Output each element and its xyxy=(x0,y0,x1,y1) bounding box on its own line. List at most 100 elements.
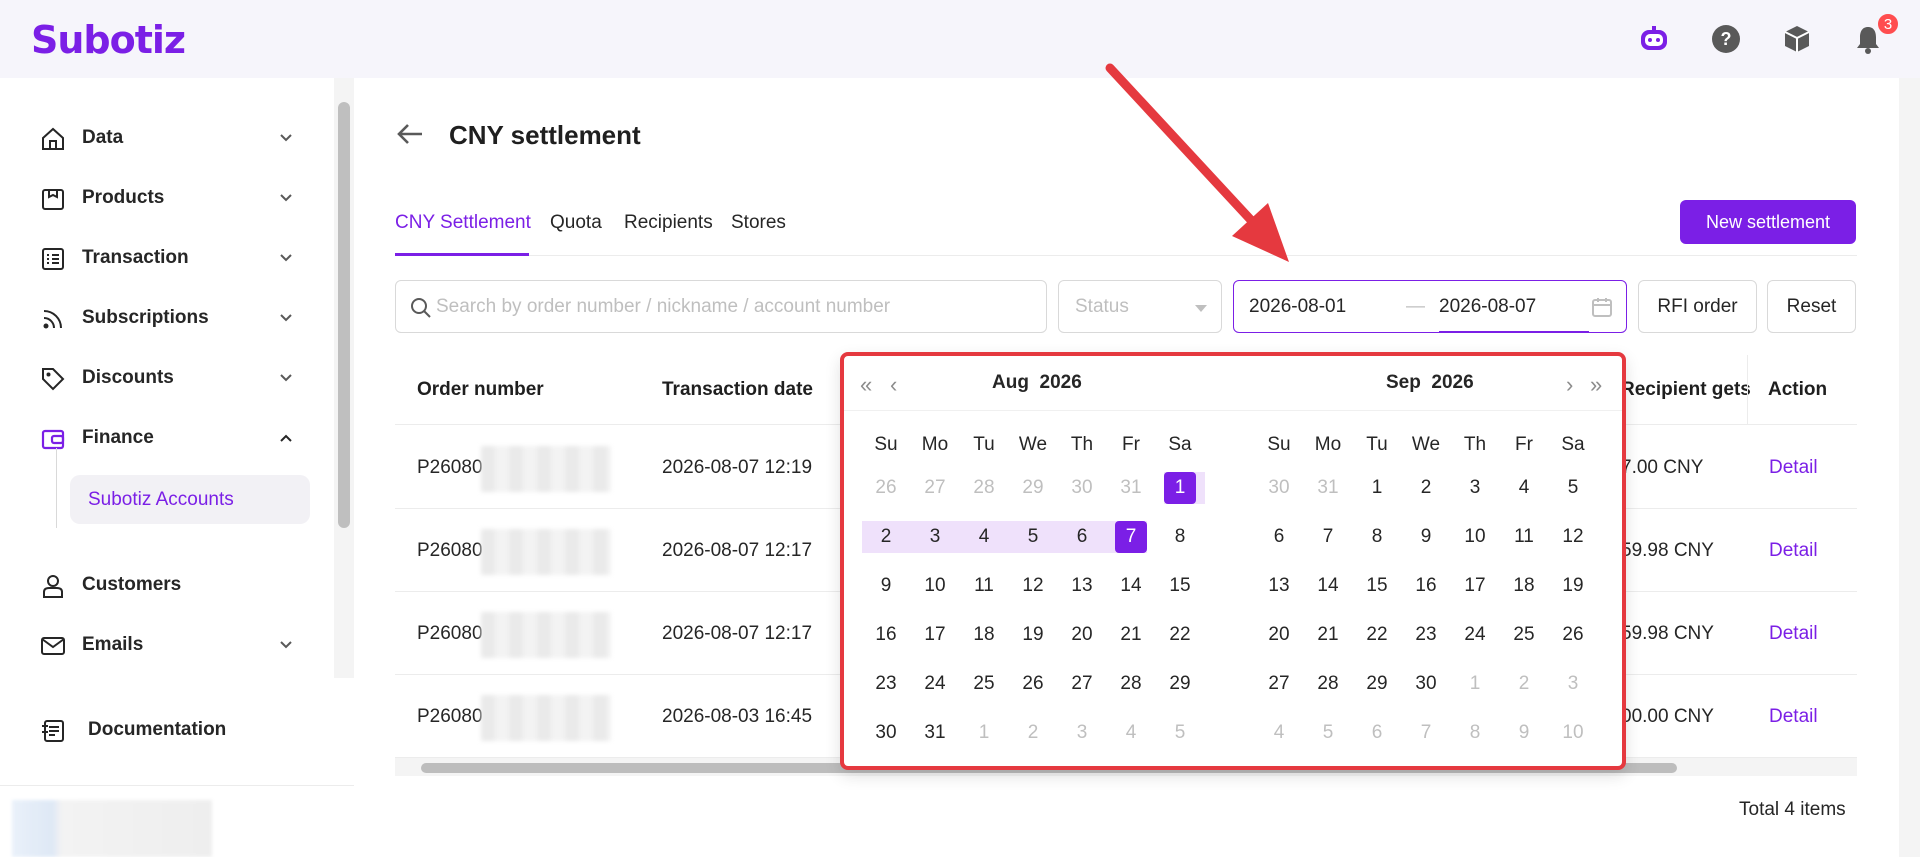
calendar-day[interactable]: 8 xyxy=(1459,717,1491,749)
calendar-day[interactable]: 11 xyxy=(968,570,1000,602)
calendar-day[interactable]: 28 xyxy=(968,472,1000,504)
tab-cny-settlement[interactable]: CNY Settlement xyxy=(395,212,531,234)
calendar-day[interactable]: 28 xyxy=(1312,668,1344,700)
calendar-day[interactable]: 29 xyxy=(1361,668,1393,700)
calendar-day[interactable]: 18 xyxy=(1508,570,1540,602)
rfi-order-button[interactable]: RFI order xyxy=(1638,280,1757,333)
left-month[interactable]: Aug xyxy=(992,372,1029,393)
calendar-day[interactable]: 7 xyxy=(1410,717,1442,749)
next-year-icon[interactable]: » xyxy=(1590,372,1602,398)
calendar-day[interactable]: 15 xyxy=(1361,570,1393,602)
sidebar-scrollbar[interactable] xyxy=(334,78,354,678)
calendar-day[interactable]: 9 xyxy=(1508,717,1540,749)
calendar-day[interactable]: 2 xyxy=(1508,668,1540,700)
calendar-day[interactable]: 24 xyxy=(919,668,951,700)
calendar-day[interactable]: 5 xyxy=(1312,717,1344,749)
help-icon[interactable]: ? xyxy=(1710,23,1742,55)
calendar-day[interactable]: 23 xyxy=(1410,619,1442,651)
calendar-day[interactable]: 3 xyxy=(1459,472,1491,504)
sidebar-scroll-thumb[interactable] xyxy=(338,102,350,528)
right-month[interactable]: Sep xyxy=(1386,372,1421,393)
calendar-day[interactable]: 29 xyxy=(1017,472,1049,504)
calendar-day[interactable]: 2 xyxy=(1017,717,1049,749)
calendar-day[interactable]: 18 xyxy=(968,619,1000,651)
back-arrow-icon[interactable] xyxy=(394,118,426,150)
calendar-day[interactable]: 6 xyxy=(1066,521,1098,553)
sidebar-item-customers[interactable]: Customers xyxy=(0,561,330,609)
calendar-day[interactable]: 4 xyxy=(1263,717,1295,749)
left-year[interactable]: 2026 xyxy=(1040,372,1082,393)
calendar-day[interactable]: 5 xyxy=(1164,717,1196,749)
calendar-day[interactable]: 16 xyxy=(1410,570,1442,602)
calendar-day[interactable]: 16 xyxy=(870,619,902,651)
calendar-day[interactable]: 17 xyxy=(919,619,951,651)
calendar-day[interactable]: 26 xyxy=(1557,619,1589,651)
detail-link[interactable]: Detail xyxy=(1769,706,1818,728)
calendar-day[interactable]: 20 xyxy=(1066,619,1098,651)
calendar-day[interactable]: 27 xyxy=(919,472,951,504)
calendar-day[interactable]: 4 xyxy=(1508,472,1540,504)
calendar-day[interactable]: 12 xyxy=(1017,570,1049,602)
sidebar-item-data[interactable]: Data xyxy=(0,114,330,162)
calendar-day[interactable]: 4 xyxy=(968,521,1000,553)
calendar-day[interactable]: 7 xyxy=(1312,521,1344,553)
status-select[interactable]: Status xyxy=(1058,280,1222,333)
calendar-day[interactable]: 3 xyxy=(1557,668,1589,700)
prev-month-icon[interactable]: ‹ xyxy=(890,372,897,398)
calendar-day[interactable]: 7 xyxy=(1115,521,1147,553)
calendar-day[interactable]: 15 xyxy=(1164,570,1196,602)
sidebar-item-finance[interactable]: Finance xyxy=(0,414,330,462)
calendar-day[interactable]: 25 xyxy=(1508,619,1540,651)
calendar-day[interactable]: 10 xyxy=(1557,717,1589,749)
calendar-day[interactable]: 26 xyxy=(1017,668,1049,700)
calendar-day[interactable]: 27 xyxy=(1066,668,1098,700)
sidebar-item-emails[interactable]: Emails xyxy=(0,621,330,669)
calendar-day[interactable]: 31 xyxy=(919,717,951,749)
calendar-day[interactable]: 2 xyxy=(870,521,902,553)
tab-stores[interactable]: Stores xyxy=(731,212,786,234)
search-input[interactable] xyxy=(436,291,1036,323)
calendar-day[interactable]: 1 xyxy=(1459,668,1491,700)
calendar-day[interactable]: 22 xyxy=(1164,619,1196,651)
calendar-day[interactable]: 31 xyxy=(1115,472,1147,504)
calendar-day[interactable]: 5 xyxy=(1017,521,1049,553)
calendar-day[interactable]: 20 xyxy=(1263,619,1295,651)
calendar-day[interactable]: 25 xyxy=(968,668,1000,700)
calendar-day[interactable]: 8 xyxy=(1164,521,1196,553)
detail-link[interactable]: Detail xyxy=(1769,457,1818,479)
reset-button[interactable]: Reset xyxy=(1767,280,1856,333)
page-scrollbar[interactable] xyxy=(1899,78,1920,857)
calendar-day[interactable]: 3 xyxy=(919,521,951,553)
detail-link[interactable]: Detail xyxy=(1769,540,1818,562)
sidebar-item-discounts[interactable]: Discounts xyxy=(0,354,330,402)
tab-quota[interactable]: Quota xyxy=(550,212,602,234)
calendar-day[interactable]: 31 xyxy=(1312,472,1344,504)
date-range-picker[interactable]: 2026-08-01 — 2026-08-07 xyxy=(1233,280,1627,333)
calendar-day[interactable]: 8 xyxy=(1361,521,1393,553)
calendar-day[interactable]: 3 xyxy=(1066,717,1098,749)
sidebar-item-products[interactable]: Products xyxy=(0,174,330,222)
calendar-day[interactable]: 10 xyxy=(919,570,951,602)
calendar-day[interactable]: 11 xyxy=(1508,521,1540,553)
calendar-day[interactable]: 1 xyxy=(968,717,1000,749)
right-year[interactable]: 2026 xyxy=(1431,372,1473,393)
calendar-day[interactable]: 5 xyxy=(1557,472,1589,504)
next-month-icon[interactable]: › xyxy=(1566,372,1573,398)
calendar-day[interactable]: 14 xyxy=(1312,570,1344,602)
calendar-day[interactable]: 13 xyxy=(1066,570,1098,602)
calendar-day[interactable]: 6 xyxy=(1263,521,1295,553)
calendar-day[interactable]: 1 xyxy=(1164,472,1196,504)
assistant-bot-icon[interactable] xyxy=(1638,23,1670,55)
sidebar-subitem-subotiz-accounts[interactable]: Subotiz Accounts xyxy=(70,475,310,524)
app-logo[interactable]: Subotiz xyxy=(31,18,186,62)
sidebar-item-transaction[interactable]: Transaction xyxy=(0,234,330,282)
calendar-day[interactable]: 19 xyxy=(1017,619,1049,651)
calendar-day[interactable]: 4 xyxy=(1115,717,1147,749)
calendar-day[interactable]: 24 xyxy=(1459,619,1491,651)
calendar-day[interactable]: 9 xyxy=(870,570,902,602)
calendar-day[interactable]: 10 xyxy=(1459,521,1491,553)
prev-year-icon[interactable]: « xyxy=(860,372,872,398)
calendar-day[interactable]: 30 xyxy=(1410,668,1442,700)
sidebar-item-subscriptions[interactable]: Subscriptions xyxy=(0,294,330,342)
calendar-day[interactable]: 21 xyxy=(1312,619,1344,651)
